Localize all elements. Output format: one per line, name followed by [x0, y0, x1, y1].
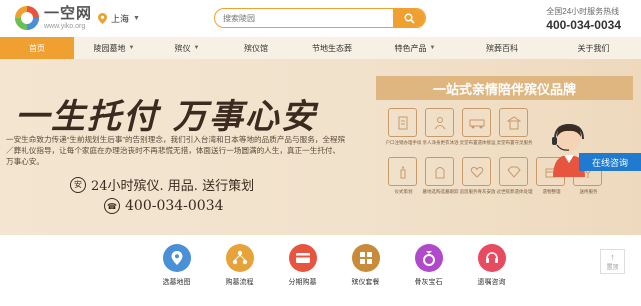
service-tile: 亲人净身更衣沐浴 — [423, 108, 459, 145]
location-selector[interactable]: 上海 ▼ — [98, 12, 140, 25]
nav-label: 殡仪馆 — [244, 43, 268, 53]
logo[interactable]: 一空网 www.yiko.org — [14, 5, 92, 31]
service-line: 安 24小时殡仪. 用品. 送行策划 — [70, 175, 254, 194]
service-caption: 灵堂布置守灵服务 — [496, 140, 533, 145]
main-nav: 首页 陵园墓地 ▼ 殡仪 ▼ 殡仪馆 节地生态葬 特色产品 ▼ 殡葬百科 关于我们 — [0, 37, 641, 59]
service-caption: 过世殡葬遗体处理 — [496, 189, 533, 194]
nav-item-eco-burial[interactable]: 节地生态葬 — [292, 37, 372, 59]
feature-label: 遗嘱咨询 — [477, 279, 506, 286]
service-caption: 送终服务 — [579, 189, 598, 194]
hotline-label: 全国24小时服务热线 — [546, 7, 620, 16]
service-caption: 灵堂布置遗体接运 — [459, 140, 496, 145]
nav-item-cemetery[interactable]: 陵园墓地 ▼ — [74, 37, 154, 59]
feature-funeral-package[interactable]: 殡仪套餐 — [334, 244, 397, 287]
nav-item-products[interactable]: 特色产品 ▼ — [372, 37, 458, 59]
phone-line: ☎ 400-034-0034 — [104, 198, 224, 214]
chevron-down-icon: ▼ — [133, 15, 140, 22]
nav-item-funeral[interactable]: 殡仪 ▼ — [154, 37, 220, 59]
map-pin-icon — [162, 244, 191, 272]
service-caption: 遗物整理 — [542, 189, 561, 194]
service-tile: 仪式策划 — [388, 157, 417, 194]
back-to-top-label: 置顶 — [606, 264, 619, 271]
search-input[interactable] — [215, 9, 393, 27]
service-caption: 亲人净身更衣沐浴 — [422, 140, 459, 145]
hotline-number: 400-034-0034 — [546, 18, 621, 32]
service-tile: 追思服务骨灰安放 — [460, 157, 496, 194]
vehicle-icon — [469, 119, 484, 128]
feature-installment[interactable]: 分期购墓 — [271, 244, 334, 287]
arrow-up-icon: ↑ — [610, 251, 615, 262]
nav-label: 特色产品 — [394, 43, 427, 53]
service-tile: 户口注销办理手续 — [386, 108, 422, 145]
chevron-down-icon: ▼ — [429, 45, 436, 51]
online-consult[interactable]: 在线咨询 — [549, 121, 641, 183]
service-tile: 过世殡葬遗体处理 — [497, 157, 533, 194]
logo-url: www.yiko.org — [44, 22, 86, 30]
chevron-down-icon: ▼ — [128, 45, 135, 51]
nav-label: 节地生态葬 — [312, 43, 352, 53]
hero-banner[interactable]: 一生托付 万事心安 一安生命致力传递“生前规划生后事”的告别理念，我们引入台湾和… — [0, 59, 641, 235]
chevron-down-icon: ▼ — [193, 45, 200, 51]
diamond-icon — [506, 166, 521, 178]
feature-purchase-flow[interactable]: 购墓流程 — [208, 244, 271, 287]
gem-icon — [414, 244, 443, 272]
search-bar — [214, 8, 426, 28]
phone-number: 400-034-0034 — [125, 198, 224, 214]
nav-label: 陵园墓地 — [93, 43, 126, 53]
nav-item-funeral-home[interactable]: 殡仪馆 — [220, 37, 292, 59]
nav-item-about[interactable]: 关于我们 — [546, 37, 641, 59]
service-caption: 追思服务骨灰安放 — [459, 189, 496, 194]
service-caption: 仪式策划 — [394, 189, 413, 194]
banner-intro: 一安生命致力传递“生前规划生后事”的告别理念，我们引入台湾和日本等地的品质产品与… — [6, 135, 346, 166]
service-tile: 灵堂布置守灵服务 — [497, 108, 533, 145]
service-text: 24小时殡仪. 用品. 送行策划 — [91, 179, 255, 194]
logo-icon — [15, 6, 39, 30]
feature-label: 骨灰宝石 — [414, 279, 443, 286]
location-label: 上海 — [111, 14, 130, 24]
nav-label: 首页 — [29, 43, 45, 53]
back-to-top-button[interactable]: ↑ 置顶 — [600, 249, 625, 274]
hall-icon — [506, 115, 521, 129]
brand-title: 一站式亲情陪伴殡仪品牌 — [376, 76, 633, 100]
nav-label: 关于我们 — [577, 43, 610, 53]
location-pin-icon — [98, 13, 107, 24]
phone-icon: ☎ — [104, 198, 120, 214]
service-caption: 墓地选购选墓跟踪 — [422, 189, 459, 194]
flow-icon — [225, 244, 254, 272]
person-icon — [434, 116, 445, 129]
hotline: 全国24小时服务热线 400-034-0034 — [546, 7, 621, 33]
tombstone-icon — [435, 166, 444, 178]
feature-label: 分期购墓 — [288, 279, 317, 286]
nav-item-encyclopedia[interactable]: 殡葬百科 — [458, 37, 546, 59]
candle-icon — [400, 165, 405, 178]
online-consult-label: 在线咨询 — [579, 153, 641, 171]
nav-label: 殡仪 — [174, 43, 191, 53]
feature-will-consult[interactable]: 遗嘱咨询 — [460, 244, 523, 287]
document-icon — [398, 116, 407, 129]
feature-label: 购墓流程 — [225, 279, 254, 286]
search-icon — [403, 12, 415, 24]
nav-item-home[interactable]: 首页 — [0, 37, 74, 59]
safe-icon: 安 — [70, 176, 86, 193]
heart-icon — [470, 166, 483, 178]
banner-slogan: 一生托付 万事心安 — [15, 97, 317, 137]
feature-cemetery-map[interactable]: 选墓地图 — [145, 244, 208, 287]
feature-shortcuts: 选墓地图 购墓流程 分期购墓 殡仪套餐 骨灰宝石 遗嘱咨询 — [145, 244, 523, 287]
service-caption: 户口注销办理手续 — [385, 140, 422, 145]
feature-label: 殡仪套餐 — [351, 279, 380, 286]
feature-label: 选墓地图 — [162, 279, 191, 286]
header: 一空网 www.yiko.org 上海 ▼ 全国24小时服务热线 400-034… — [0, 0, 641, 37]
search-button[interactable] — [393, 9, 425, 27]
package-icon — [351, 244, 380, 272]
feature-ash-gem[interactable]: 骨灰宝石 — [397, 244, 460, 287]
logo-title: 一空网 — [44, 4, 93, 22]
service-tile: 墓地选购选墓跟踪 — [423, 157, 459, 194]
card-icon — [288, 244, 317, 272]
service-tile: 灵堂布置遗体接运 — [460, 108, 496, 145]
nav-label: 殡葬百科 — [486, 43, 518, 53]
headset-icon — [477, 244, 506, 272]
